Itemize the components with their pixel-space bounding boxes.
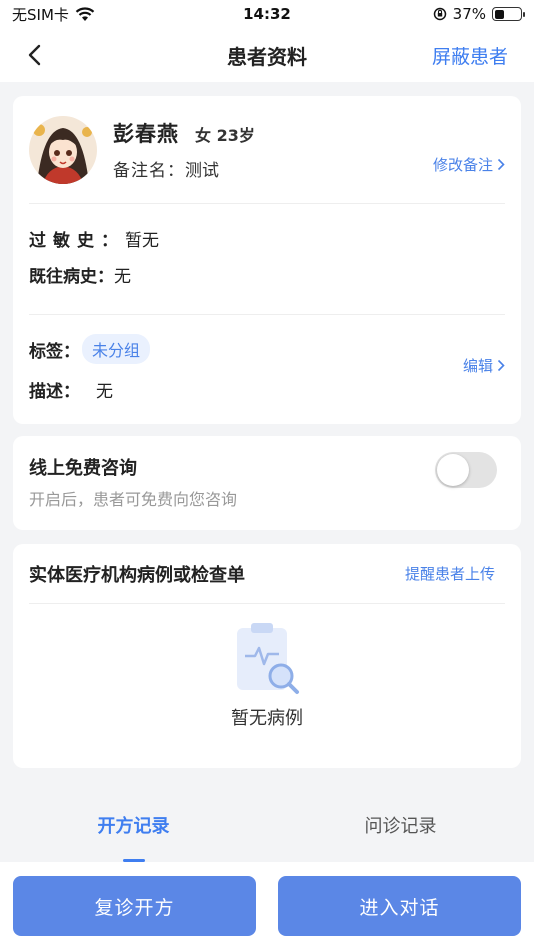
chevron-right-icon	[497, 359, 505, 372]
chevron-right-icon	[497, 158, 505, 171]
wifi-icon	[75, 6, 95, 21]
tag-chip: 未分组	[82, 334, 151, 364]
empty-state: 暂无病例	[29, 604, 505, 730]
edit-remark-label: 修改备注	[432, 156, 493, 174]
patient-name: 彭春燕	[113, 122, 179, 146]
remark-row: 备注名：测试	[113, 156, 255, 181]
profile-header: 彭春燕 女 23岁 备注名：测试 修改备注	[29, 96, 505, 204]
records-card: 实体医疗机构病例或检查单 提醒患者上传 暂无病例	[13, 544, 521, 768]
description-row: 描述： 无	[29, 369, 505, 409]
free-consult-subtitle: 开启后，患者可免费向您咨询	[29, 490, 238, 509]
profile-card: 彭春燕 女 23岁 备注名：测试 修改备注 过敏史： 暂无 既往病史：无 标签： …	[13, 96, 521, 424]
allergy-label: 过敏史：	[29, 230, 125, 251]
records-header: 实体医疗机构病例或检查单 提醒患者上传	[29, 544, 505, 604]
tab-consultation-records[interactable]: 问诊记录	[267, 796, 534, 862]
tags-section: 标签： 未分组 描述： 无 编辑	[29, 315, 505, 409]
edit-tags-label: 编辑	[462, 357, 493, 375]
name-row: 彭春燕 女 23岁	[113, 118, 255, 148]
patient-gender-age: 女 23岁	[195, 126, 255, 145]
status-right: 37%	[433, 5, 525, 23]
revisit-prescription-button[interactable]: 复诊开方	[13, 876, 256, 936]
status-left: 无SIM卡	[12, 4, 95, 25]
orientation-lock-icon	[433, 7, 446, 21]
records-title: 实体医疗机构病例或检查单	[29, 564, 245, 586]
battery-icon	[492, 7, 525, 21]
past-history-label: 既往病史：	[29, 266, 114, 287]
carrier-text: 无SIM卡	[12, 5, 69, 24]
status-bar: 无SIM卡 14:32 37%	[0, 0, 534, 28]
edit-tags-link[interactable]: 编辑	[463, 355, 505, 376]
page-title: 患者资料	[227, 44, 307, 69]
nav-bar: 患者资料 屏蔽患者	[0, 28, 534, 82]
tag-row: 标签： 未分组	[29, 329, 505, 369]
battery-fill	[494, 9, 504, 19]
past-history-value: 无	[114, 266, 131, 287]
block-patient-button[interactable]: 屏蔽患者	[432, 42, 508, 69]
enter-chat-button[interactable]: 进入对话	[278, 876, 521, 936]
toggle-knob	[437, 454, 469, 486]
allergy-row: 过敏史： 暂无	[29, 220, 505, 256]
avatar-illustration	[29, 115, 97, 184]
profile-info: 彭春燕 女 23岁 备注名：测试	[113, 118, 255, 181]
tab-prescription-records[interactable]: 开方记录	[0, 796, 267, 862]
free-consult-card: 线上免费咨询 开启后，患者可免费向您咨询	[13, 436, 521, 530]
tab-label: 开方记录	[97, 816, 170, 837]
remind-upload-link[interactable]: 提醒患者上传	[405, 563, 495, 584]
medical-history: 过敏史： 暂无 既往病史：无	[29, 204, 505, 315]
edit-remark-link[interactable]: 修改备注	[433, 154, 505, 175]
battery-percent: 37%	[452, 5, 486, 23]
avatar	[29, 115, 97, 184]
past-history-row: 既往病史：无	[29, 256, 505, 292]
free-consult-title: 线上免费咨询	[29, 458, 137, 479]
allergy-value: 暂无	[125, 230, 159, 251]
tag-label: 标签：	[29, 341, 80, 362]
description-value: 无	[96, 381, 113, 402]
empty-records-icon	[237, 623, 299, 694]
back-arrow-icon[interactable]	[22, 41, 50, 69]
status-time: 14:32	[243, 5, 291, 23]
remark-value: 测试	[185, 161, 219, 181]
remark-label: 备注名：	[113, 161, 185, 181]
free-consult-toggle[interactable]	[435, 452, 497, 488]
tab-label: 问诊记录	[364, 816, 437, 837]
bottom-action-bar: 复诊开方 进入对话	[0, 862, 534, 950]
description-label: 描述：	[29, 381, 80, 402]
empty-records-text: 暂无病例	[231, 708, 303, 729]
record-tabs: 开方记录 问诊记录	[0, 796, 534, 862]
